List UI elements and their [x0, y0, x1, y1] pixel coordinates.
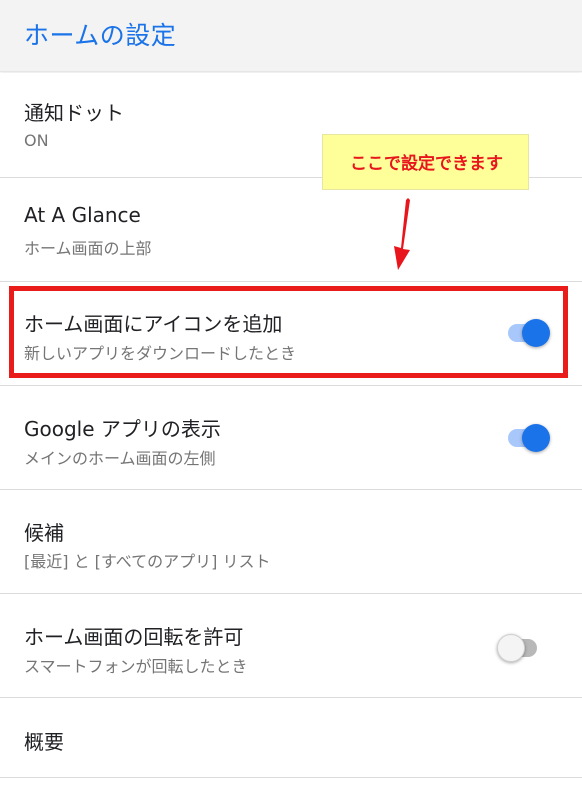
- setting-subtitle: メインのホーム画面の左側: [24, 449, 216, 468]
- setting-subtitle: [最近] と [すべてのアプリ] リスト: [24, 552, 271, 571]
- google-app-toggle[interactable]: [506, 421, 554, 453]
- setting-suggestions[interactable]: 候補 [最近] と [すべてのアプリ] リスト: [0, 490, 582, 594]
- toggle-thumb: [522, 424, 550, 452]
- setting-title: At A Glance: [24, 203, 141, 227]
- setting-title: ホーム画面の回転を許可: [24, 625, 244, 649]
- setting-title: 候補: [24, 521, 64, 545]
- highlight-box: [9, 286, 568, 378]
- setting-about[interactable]: 概要: [0, 698, 582, 778]
- rotation-toggle[interactable]: [497, 631, 545, 663]
- setting-subtitle: ホーム画面の上部: [24, 239, 152, 258]
- callout-text: ここで設定できます: [350, 154, 503, 174]
- annotation-callout: ここで設定できます: [322, 134, 529, 190]
- setting-title: 通知ドット: [24, 101, 124, 125]
- app-bar: ホームの設定: [0, 0, 582, 72]
- setting-subtitle: スマートフォンが回転したとき: [24, 657, 248, 676]
- setting-at-a-glance[interactable]: At A Glance ホーム画面の上部: [0, 178, 582, 282]
- arrow-down-icon: [394, 198, 410, 270]
- setting-google-app[interactable]: Google アプリの表示 メインのホーム画面の左側: [0, 386, 582, 490]
- setting-title: 概要: [24, 730, 64, 754]
- setting-allow-rotation[interactable]: ホーム画面の回転を許可 スマートフォンが回転したとき: [0, 594, 582, 698]
- toggle-thumb: [497, 634, 525, 662]
- page-title: ホームの設定: [24, 21, 177, 50]
- settings-screen: ホームの設定 通知ドット ON At A Glance ホーム画面の上部 ホーム…: [0, 0, 582, 800]
- setting-subtitle: ON: [24, 131, 49, 150]
- setting-title: Google アプリの表示: [24, 417, 221, 441]
